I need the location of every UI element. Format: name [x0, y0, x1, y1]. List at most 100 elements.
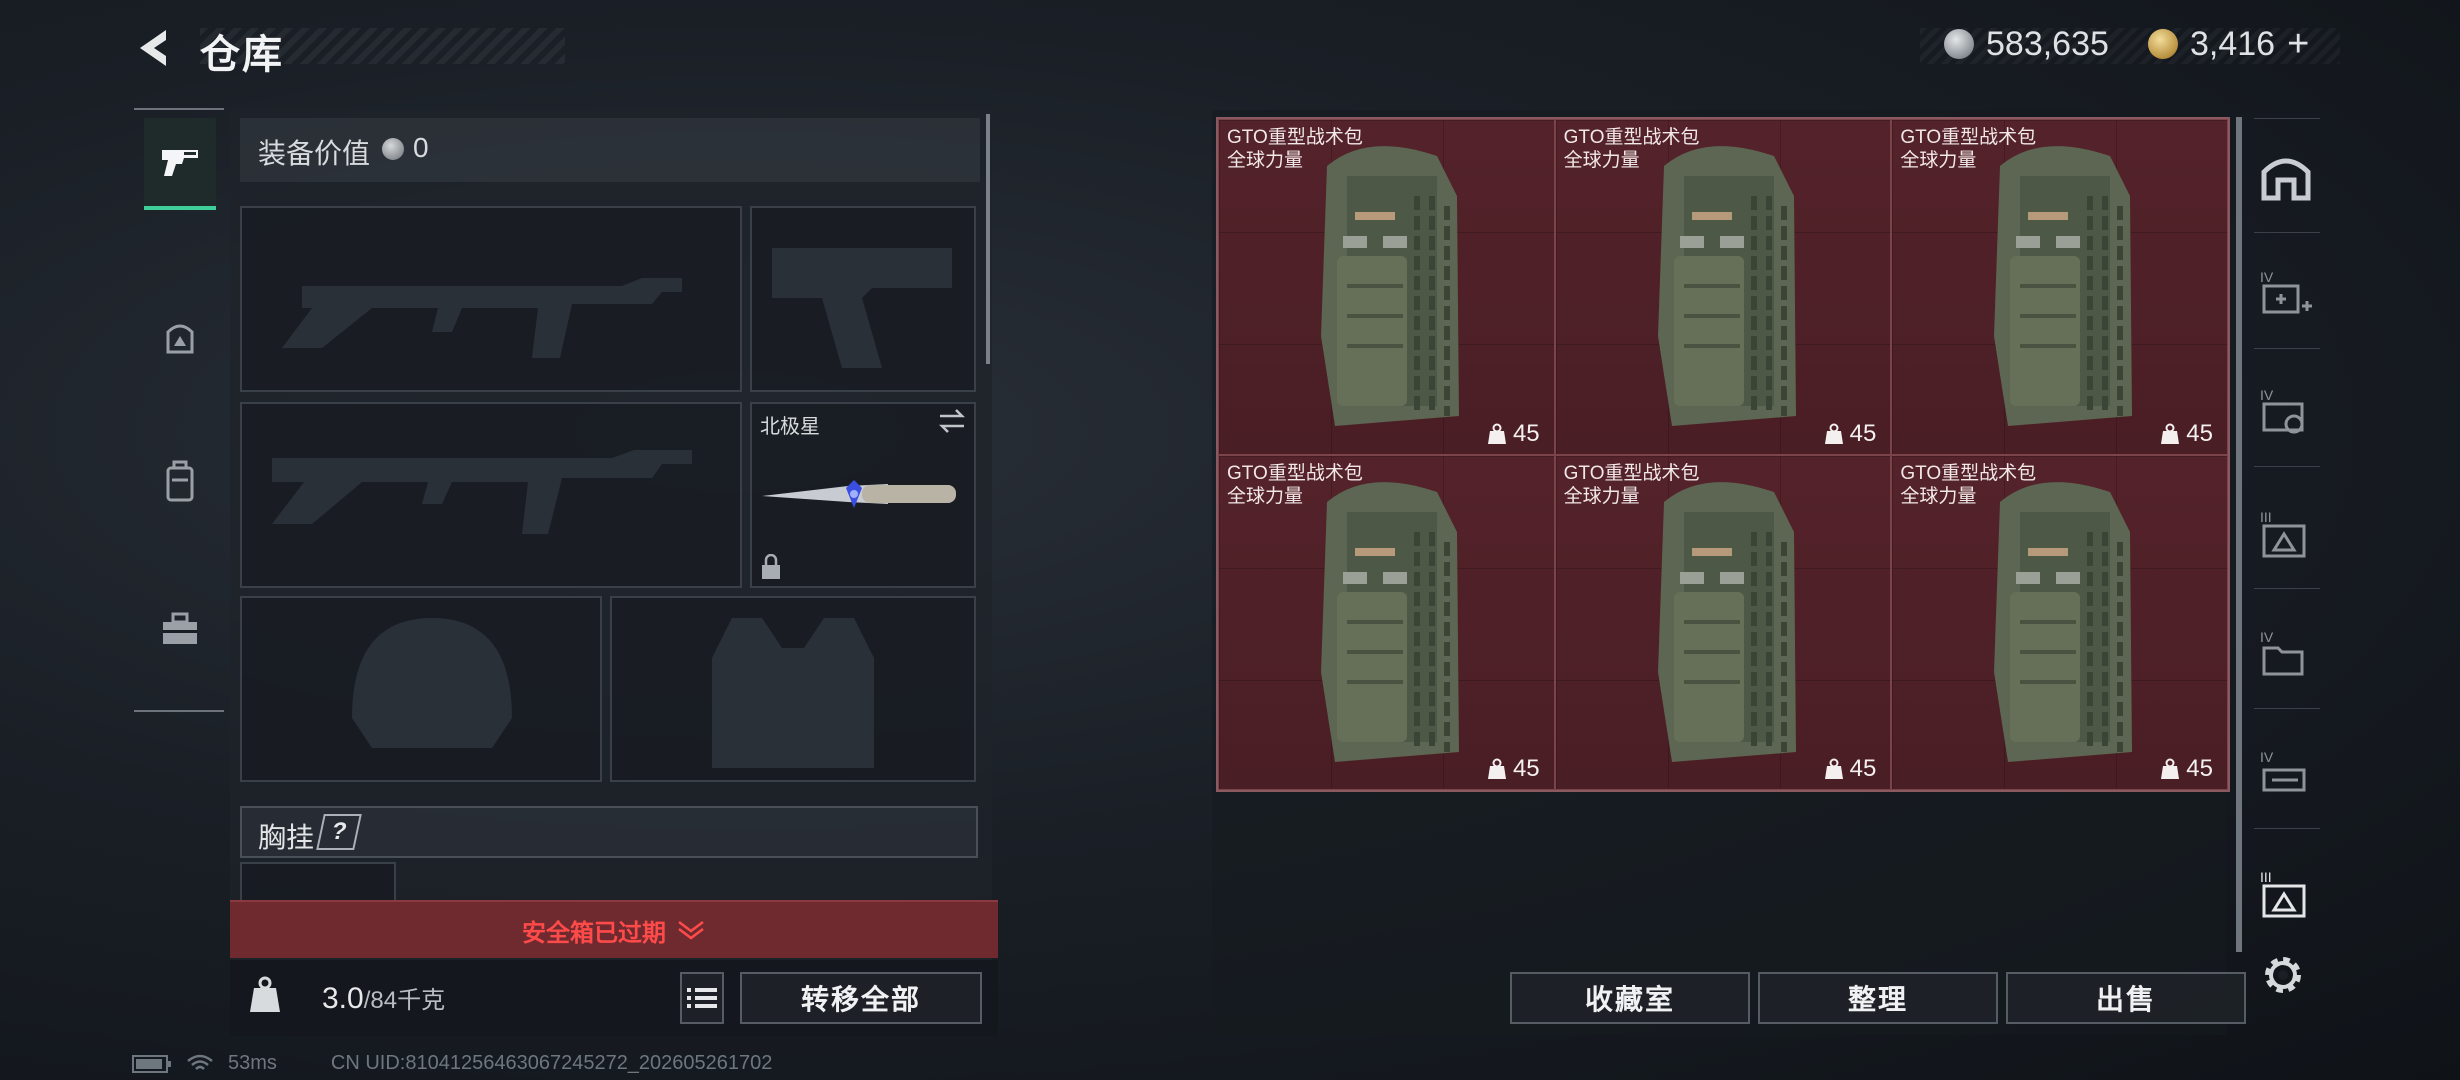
svg-text:IV: IV [2260, 629, 2274, 645]
rail-separator [2254, 232, 2320, 233]
armor-slot[interactable] [610, 596, 976, 782]
file-case-tab[interactable]: IV [2258, 626, 2314, 682]
melee-slot-name: 北极星 [760, 416, 820, 438]
inventory-item-cell[interactable]: GTO重型战术包 全球力量 45 [1554, 454, 1892, 790]
tactical-backpack-icon [1980, 136, 2140, 436]
scrollbar[interactable] [986, 114, 990, 364]
melee-slot[interactable]: 北极星 [750, 402, 976, 588]
sort-button[interactable]: 整理 [1758, 972, 1998, 1024]
silver-currency: 583,635 [1944, 24, 2109, 64]
inventory-item-cell[interactable]: GTO重型战术包 全球力量 45 [1554, 119, 1892, 455]
equipment-value: 0 [413, 132, 429, 163]
item-name: GTO重型战术包 全球力量 [1900, 462, 2036, 508]
tab-toolbox[interactable] [144, 584, 216, 676]
item-name-line1: GTO重型战术包 [1227, 462, 1363, 484]
item-name-line2: 全球力量 [1900, 485, 1977, 507]
rail-top-line [134, 108, 224, 110]
weight-icon [1487, 423, 1506, 444]
storage-tab[interactable] [2258, 150, 2314, 206]
back-button[interactable] [132, 26, 180, 70]
toolbox-icon [163, 612, 197, 644]
gold-currency[interactable]: 3,416 + [2148, 23, 2309, 66]
gold-amount: 3,416 [2190, 24, 2276, 63]
helmet-slot[interactable] [240, 596, 602, 782]
tab-weapons[interactable] [144, 118, 216, 210]
pistol-icon [162, 150, 198, 176]
inventory-item-cell[interactable]: GTO重型战术包 全球力量 45 [1891, 454, 2228, 790]
item-name-line1: GTO重型战术包 [1563, 462, 1700, 484]
weight-icon [2161, 758, 2180, 779]
tactical-backpack-icon [1644, 136, 1804, 436]
settings-button[interactable] [2258, 950, 2314, 1006]
rifle-silhouette-icon [282, 278, 682, 358]
inventory-scrollbar[interactable] [2236, 117, 2242, 952]
item-count-value: 45 [1849, 419, 1877, 447]
primary-weapon-slot-2[interactable] [240, 402, 742, 588]
tab-backpack[interactable] [144, 436, 216, 528]
item-count-value: 45 [1849, 755, 1877, 782]
inventory-grid: GTO重型战术包 全球力量 45 GTO重型战术包 全球力量 45 GTO重型战… [1216, 117, 2230, 792]
primary-weapon-slot-1[interactable] [240, 206, 742, 392]
list-view-button[interactable] [680, 972, 724, 1024]
back-arrow-icon [140, 30, 166, 66]
add-currency-icon[interactable]: + [2287, 23, 2309, 66]
weight-max: /84千克 [363, 987, 446, 1014]
weight-icon [2161, 423, 2180, 444]
silver-coin-icon [1944, 29, 1974, 59]
medical-case-tab[interactable]: IV [2258, 266, 2314, 322]
ammo-case-tab[interactable]: III [2258, 506, 2314, 562]
rail-separator [2254, 118, 2320, 119]
item-count: 45 [1487, 755, 1540, 783]
helmet-vest-icon [166, 324, 194, 354]
pistol-slot[interactable] [750, 206, 976, 392]
inventory-item-cell[interactable]: GTO重型战术包 全球力量 45 [1891, 119, 2228, 455]
inventory-item-cell[interactable]: GTO重型战术包 全球力量 45 [1218, 454, 1555, 790]
gear-case-icon: IV [2260, 387, 2304, 434]
silver-coin-icon [382, 138, 404, 160]
weapon-case-tab[interactable]: IV [2258, 746, 2314, 802]
secure-case-icon: III [2260, 869, 2306, 918]
item-count: 45 [2160, 755, 2213, 783]
item-name-line2: 全球力量 [1900, 150, 1977, 171]
rail-separator [2254, 828, 2320, 829]
weight-icon [1824, 423, 1843, 444]
item-name: GTO重型战术包 全球力量 [1564, 126, 1700, 172]
wifi-icon [187, 1054, 213, 1070]
secure-box-expired-banner[interactable]: 安全箱已过期 [230, 900, 998, 958]
rifle-silhouette-icon [272, 450, 692, 534]
gear-icon [2265, 957, 2301, 993]
storage-icon [2261, 158, 2311, 201]
rail-separator [2254, 466, 2320, 467]
uid-text: CN UID:8104125646306724527​2_20260526170… [330, 1052, 773, 1074]
gear-case-tab[interactable]: IV [2258, 384, 2314, 440]
tactical-backpack-icon [1307, 136, 1467, 436]
rail-separator [2254, 708, 2320, 709]
item-name-line2: 全球力量 [1227, 485, 1304, 507]
transfer-all-button[interactable]: 转移全部 [740, 972, 982, 1024]
item-count: 45 [1824, 755, 1877, 783]
battery-icon [132, 1054, 171, 1073]
item-name-line2: 全球力量 [1227, 150, 1304, 171]
svg-text:III: III [2260, 869, 2272, 885]
status-bar: 53ms CN UID:8104125646306724527​2_202605… [132, 1052, 772, 1075]
sell-button[interactable]: 出售 [2006, 972, 2246, 1024]
inventory-item-cell[interactable]: GTO重型战术包 全球力量 45 [1218, 119, 1555, 455]
chest-rig-help-button[interactable]: ? [316, 814, 362, 850]
item-count: 45 [2160, 420, 2213, 448]
tab-gear[interactable] [144, 292, 216, 384]
item-name: GTO重型战术包 全球力量 [1227, 462, 1363, 508]
item-name-line1: GTO重型战术包 [1900, 127, 2037, 148]
equipment-value-label: 装备价值 [258, 138, 371, 169]
swap-icon[interactable] [936, 408, 968, 434]
secure-case-tab[interactable]: III [2258, 866, 2314, 922]
weight-icon [250, 976, 280, 1012]
vest-silhouette-icon [712, 618, 874, 768]
weight-icon [1487, 758, 1506, 779]
page-title: 仓库 [200, 33, 284, 77]
chest-rig-slot[interactable] [240, 862, 396, 902]
pistol-silhouette-icon [772, 248, 952, 368]
weight-current: 3.0 [322, 982, 364, 1015]
silver-amount: 583,635 [1986, 24, 2109, 63]
collection-room-button[interactable]: 收藏室 [1510, 972, 1750, 1024]
item-count-value: 45 [1512, 419, 1540, 447]
